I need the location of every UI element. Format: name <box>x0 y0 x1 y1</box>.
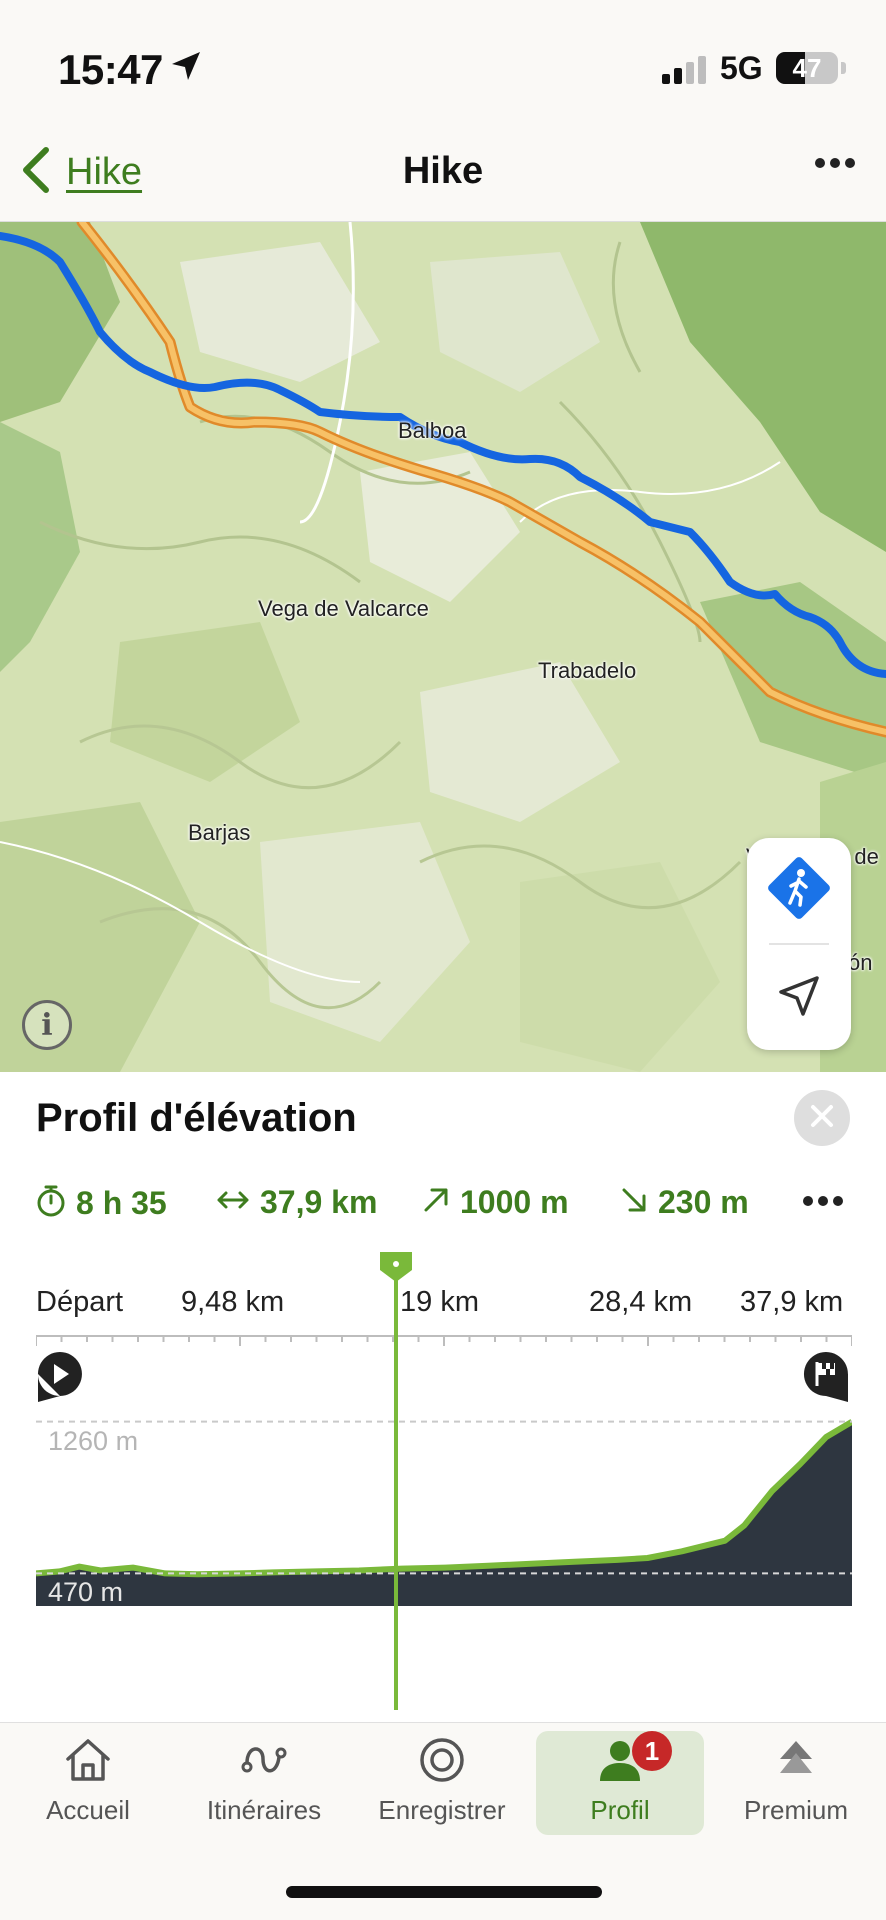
ascent-value: 1000 m <box>460 1184 569 1220</box>
arrow-up-right-icon <box>422 1186 450 1219</box>
distance-axis <box>36 1335 852 1346</box>
max-elevation-label: 1260 m <box>48 1425 139 1456</box>
home-indicator <box>286 1886 602 1898</box>
network-type: 5G <box>720 50 763 86</box>
axis-tick-label: Départ <box>36 1286 124 1318</box>
descent-value: 230 m <box>658 1184 749 1220</box>
duration-value: 8 h 35 <box>76 1185 167 1221</box>
close-panel-button[interactable] <box>794 1090 850 1146</box>
notification-badge: 1 <box>632 1731 672 1771</box>
distance-value: 37,9 km <box>260 1184 378 1220</box>
route-icon <box>239 1737 289 1788</box>
finish-flag-icon <box>802 1350 850 1411</box>
tab-label: Itinéraires <box>206 1795 322 1825</box>
map-controls <box>747 838 851 1050</box>
arrow-down-right-icon <box>620 1186 648 1219</box>
place-label: Trabadelo <box>538 658 637 683</box>
tab-profil[interactable]: Profil 1 <box>536 1731 704 1835</box>
min-elevation-label: 470 m <box>48 1577 124 1608</box>
tab-accueil[interactable]: Accueil <box>4 1731 172 1835</box>
map-info-button[interactable]: i <box>22 1000 72 1050</box>
axis-tick-label: 37,9 km <box>740 1286 844 1318</box>
page-title: Hike <box>402 150 484 192</box>
map-controls-divider <box>769 943 829 945</box>
navigation-bar: Hike Hike <box>0 130 886 222</box>
close-icon <box>809 1103 835 1134</box>
stopwatch-icon <box>36 1184 66 1223</box>
start-play-icon <box>36 1350 84 1411</box>
stat-duration: 8 h 35 <box>36 1184 167 1223</box>
place-label: Barjas <box>188 820 251 845</box>
panel-title: Profil d'élévation <box>36 1096 357 1140</box>
tab-premium[interactable]: Premium <box>712 1731 880 1835</box>
stat-descent: 230 m <box>620 1184 749 1221</box>
tab-enregistrer[interactable]: Enregistrer <box>358 1731 526 1835</box>
elevation-chart <box>36 1419 852 1606</box>
home-icon <box>63 1737 113 1788</box>
tab-label: Premium <box>743 1795 848 1825</box>
map-view[interactable]: Balboa Vega de Valcarce Trabadelo Barjas… <box>0 222 886 1072</box>
status-bar: 15:47 5G 47 <box>0 0 886 130</box>
more-options-icon[interactable] <box>814 156 856 174</box>
battery-icon: 47 <box>776 52 838 84</box>
more-stats-icon[interactable] <box>802 1194 844 1212</box>
locate-me-button[interactable] <box>747 946 851 1050</box>
stat-ascent: 1000 m <box>422 1184 569 1221</box>
axis-tick-label: 28,4 km <box>589 1286 693 1318</box>
tab-label: Enregistrer <box>378 1795 506 1825</box>
tab-label: Accueil <box>46 1795 130 1825</box>
activity-type-button[interactable] <box>747 838 851 942</box>
horizontal-arrows-icon <box>216 1188 250 1217</box>
place-label: Vega de Valcarce <box>258 596 429 621</box>
battery-cap <box>841 62 846 74</box>
stats-row: 8 h 35 37,9 km 1000 m 230 m <box>36 1184 856 1234</box>
elevation-scrubber[interactable] <box>378 1250 414 1710</box>
elevation-area <box>36 1421 852 1606</box>
battery-level: 47 <box>792 53 822 83</box>
status-time: 15:47 <box>58 46 163 93</box>
location-arrow-icon <box>170 50 202 87</box>
stat-distance: 37,9 km <box>216 1184 377 1221</box>
navigation-arrow-icon <box>775 972 823 1025</box>
hiker-icon <box>764 853 834 928</box>
cellular-signal-icon <box>660 54 710 89</box>
info-icon: i <box>41 1007 53 1043</box>
place-label: ón <box>848 950 873 975</box>
premium-icon <box>776 1737 816 1788</box>
tab-itineraires[interactable]: Itinéraires <box>180 1731 348 1835</box>
elevation-panel: Profil d'élévation 8 h 35 37,9 km 1000 m <box>0 1072 886 1722</box>
axis-tick-label: 9,48 km <box>181 1286 285 1318</box>
tab-label: Profil <box>590 1795 650 1825</box>
record-icon <box>418 1736 466 1789</box>
place-label: Balboa <box>398 418 467 443</box>
